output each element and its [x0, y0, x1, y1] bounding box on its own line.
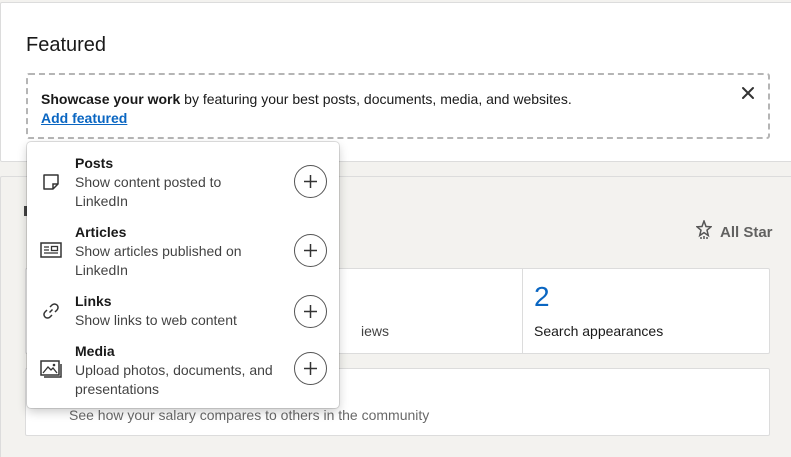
- showcase-rest: by featuring your best posts, documents,…: [180, 91, 572, 107]
- showcase-bold: Showcase your work: [41, 91, 181, 107]
- add-featured-link[interactable]: Add featured: [41, 110, 127, 126]
- article-icon: [39, 238, 63, 262]
- dropdown-item-title: Articles: [75, 224, 127, 240]
- add-articles-button[interactable]: [294, 234, 327, 267]
- post-icon: [39, 170, 63, 194]
- showcase-text: Showcase your work by featuring your bes…: [41, 91, 572, 107]
- dropdown-item-desc: Show content posted to LinkedIn: [75, 174, 222, 209]
- add-media-button[interactable]: [294, 352, 327, 385]
- featured-card: Featured Showcase your work by featuring…: [0, 2, 791, 162]
- dropdown-item-desc: Show links to web content: [75, 312, 237, 328]
- all-star-badge[interactable]: All Star: [695, 218, 773, 244]
- dropdown-item-media[interactable]: Media Upload photos, documents, and pres…: [27, 340, 339, 402]
- featured-title: Featured: [26, 34, 107, 56]
- star-icon: [695, 218, 713, 244]
- add-links-button[interactable]: [294, 295, 327, 328]
- dropdown-item-posts[interactable]: Posts Show content posted to LinkedIn: [27, 152, 339, 214]
- dropdown-item-desc: Upload photos, documents, and presentati…: [75, 362, 273, 397]
- showcase-banner: Showcase your work by featuring your bes…: [26, 73, 770, 139]
- add-posts-button[interactable]: [294, 165, 327, 198]
- search-appearances-label[interactable]: Search appearances: [534, 323, 663, 339]
- all-star-label: All Star: [720, 223, 773, 241]
- dropdown-item-articles[interactable]: Articles Show articles published on Link…: [27, 221, 339, 283]
- dropdown-item-title: Media: [75, 343, 115, 359]
- dropdown-item-links[interactable]: Links Show links to web content: [27, 290, 339, 334]
- dropdown-item-desc: Show articles published on LinkedIn: [75, 243, 242, 278]
- search-appearances-count[interactable]: 2: [534, 281, 550, 313]
- dropdown-item-title: Posts: [75, 155, 114, 171]
- media-icon: [39, 357, 63, 381]
- stat-divider: [522, 269, 523, 353]
- close-icon[interactable]: [741, 86, 755, 100]
- dropdown-item-title: Links: [75, 293, 112, 309]
- views-stat-label[interactable]: iews: [361, 323, 389, 339]
- link-icon: [39, 299, 63, 323]
- salary-text: See how your salary compares to others i…: [69, 407, 430, 423]
- add-featured-dropdown: Posts Show content posted to LinkedIn Ar…: [27, 142, 339, 408]
